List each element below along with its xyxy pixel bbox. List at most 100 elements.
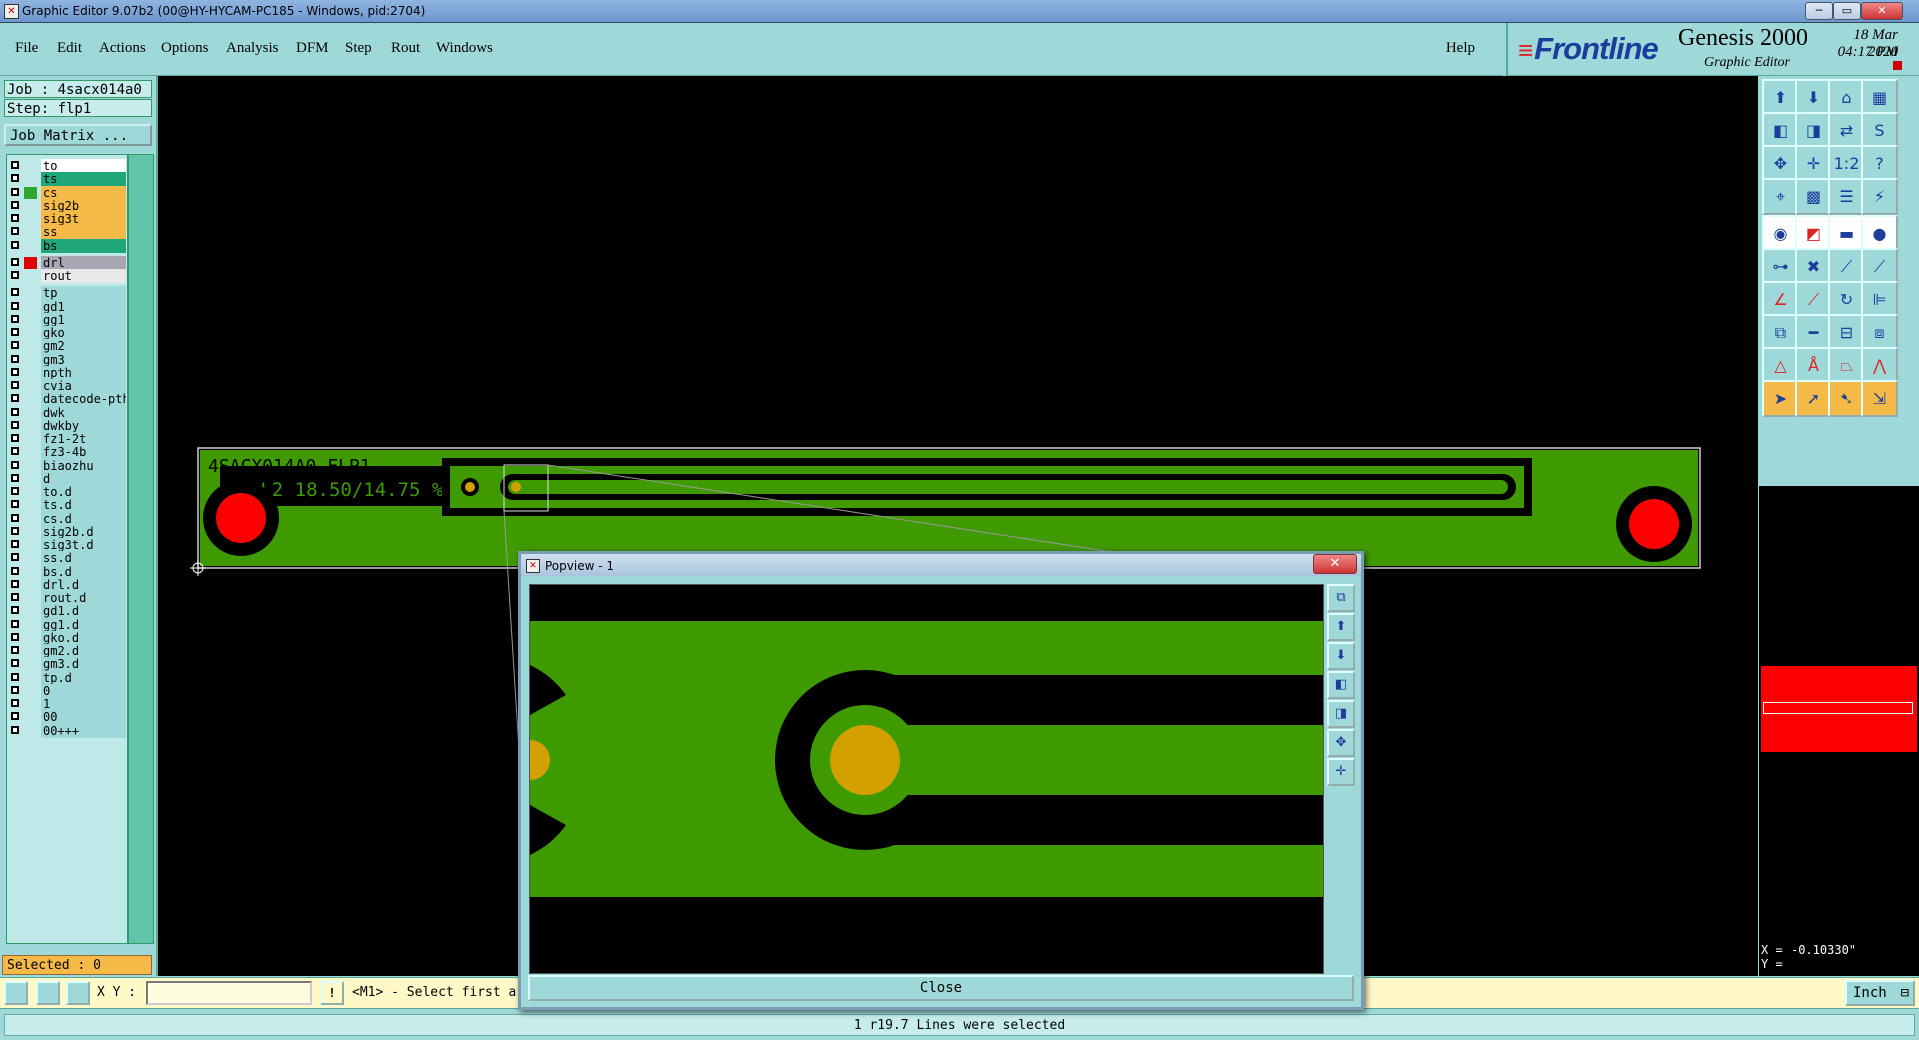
layer-checkbox[interactable] bbox=[11, 699, 19, 707]
layer-row[interactable]: gg1 bbox=[7, 312, 127, 327]
popview-close-button[interactable]: Close bbox=[528, 975, 1354, 1001]
select-pointer-button[interactable]: ➷ bbox=[1828, 380, 1865, 417]
layer-checkbox[interactable] bbox=[11, 540, 19, 548]
layer-checkbox[interactable] bbox=[11, 513, 19, 522]
layer-checkbox[interactable] bbox=[11, 659, 19, 668]
open-button[interactable]: ⬆ bbox=[1762, 79, 1799, 116]
layer-row[interactable]: cvia bbox=[7, 379, 127, 393]
popview-close-x-button[interactable]: ✕ bbox=[1313, 554, 1357, 574]
scale-1-2-button[interactable]: 1:2 bbox=[1828, 145, 1865, 182]
layer-row[interactable]: npth bbox=[7, 365, 127, 380]
layer-row[interactable]: dwk bbox=[7, 405, 127, 420]
layer-row[interactable]: tp.d bbox=[7, 670, 127, 685]
layer-checkbox[interactable] bbox=[11, 593, 19, 601]
snap-button[interactable]: S bbox=[1861, 112, 1898, 149]
layer-row[interactable]: 1 bbox=[7, 697, 127, 711]
layer-row[interactable]: datecode-pth bbox=[7, 392, 127, 407]
move-node-button[interactable]: ⟋ bbox=[1828, 248, 1865, 285]
group-button[interactable]: ⧈ bbox=[1861, 314, 1898, 351]
layer-row[interactable]: gm2 bbox=[7, 339, 127, 354]
layer-row[interactable]: drl.d bbox=[7, 577, 127, 592]
layer-row[interactable]: dwkby bbox=[7, 418, 127, 433]
layer-row[interactable]: rout bbox=[7, 269, 127, 283]
zoom-center-button[interactable]: ✛ bbox=[1795, 145, 1832, 182]
layer-row[interactable]: sig3t bbox=[7, 212, 127, 226]
layer-row[interactable]: gd1.d bbox=[7, 604, 127, 619]
pan-left-button[interactable]: ◧ bbox=[1762, 112, 1799, 149]
layer-checkbox[interactable] bbox=[11, 367, 19, 376]
layer-checkbox[interactable] bbox=[11, 632, 19, 641]
layer-row[interactable]: biaozhu bbox=[7, 458, 127, 473]
layer-row[interactable]: sig2b bbox=[7, 198, 127, 213]
layer-row[interactable]: cs bbox=[7, 185, 127, 200]
layer-checkbox[interactable] bbox=[11, 725, 19, 734]
layer-row[interactable]: 00 bbox=[7, 710, 127, 725]
layer-row[interactable]: to bbox=[7, 159, 127, 173]
layer-row[interactable]: gd1 bbox=[7, 299, 127, 314]
layer-checkbox[interactable] bbox=[11, 407, 19, 416]
layer-stack-button[interactable]: ☰ bbox=[1828, 178, 1865, 215]
draw-mode-icon[interactable] bbox=[4, 981, 28, 1005]
layer-checkbox[interactable] bbox=[11, 161, 19, 169]
layer-row[interactable]: fz3-4b bbox=[7, 445, 127, 460]
job-matrix-button[interactable]: Job Matrix ... bbox=[4, 124, 152, 146]
layer-checkbox[interactable] bbox=[11, 619, 19, 628]
layer-checkbox[interactable] bbox=[11, 566, 19, 575]
route-button[interactable]: ⊫ bbox=[1861, 281, 1898, 318]
layer-row[interactable]: ss.d bbox=[7, 551, 127, 566]
popview-canvas[interactable] bbox=[510, 584, 1324, 974]
layer-checkbox[interactable] bbox=[11, 712, 19, 721]
close-window-button[interactable]: ✕ bbox=[1861, 2, 1903, 20]
delete-button[interactable]: ✖ bbox=[1795, 248, 1832, 285]
layer-row[interactable]: sig3t.d bbox=[7, 538, 127, 552]
layer-checkbox[interactable] bbox=[11, 354, 19, 363]
grid-button[interactable]: ▩ bbox=[1795, 178, 1832, 215]
layer-row[interactable]: 00+++ bbox=[7, 723, 127, 738]
layer-checkbox[interactable] bbox=[11, 447, 19, 456]
layer-checkbox[interactable] bbox=[11, 200, 19, 209]
connect-button[interactable]: ⊶ bbox=[1762, 248, 1799, 285]
popview-zoom-in-button[interactable]: ✥ bbox=[1327, 729, 1355, 757]
multi-select-button[interactable]: ⇲ bbox=[1861, 380, 1898, 417]
layer-checkbox[interactable] bbox=[11, 473, 19, 482]
units-selector[interactable]: Inch ⊟ bbox=[1845, 980, 1915, 1006]
menu-edit[interactable]: Edit bbox=[57, 40, 82, 57]
layer-row[interactable]: d bbox=[7, 471, 127, 486]
layer-checkbox[interactable] bbox=[11, 301, 19, 310]
triangle-a-button[interactable]: Å bbox=[1795, 347, 1832, 384]
layer-checkbox[interactable] bbox=[11, 381, 19, 389]
layer-row[interactable]: fz1-2t bbox=[7, 432, 127, 446]
home-button[interactable]: ⌂ bbox=[1828, 79, 1865, 116]
layer-checkbox[interactable] bbox=[11, 526, 19, 535]
grid-snap-icon[interactable] bbox=[66, 981, 90, 1005]
layer-row[interactable]: gm2.d bbox=[7, 644, 127, 658]
layer-checkbox[interactable] bbox=[11, 685, 19, 694]
layer-checkbox[interactable] bbox=[11, 257, 19, 266]
layer-row[interactable]: drl bbox=[7, 255, 127, 270]
popview-fit-button[interactable]: ⧉ bbox=[1327, 584, 1355, 612]
extend-button[interactable]: ⟋ bbox=[1861, 248, 1898, 285]
layer-checkbox[interactable] bbox=[11, 646, 19, 654]
menu-analysis[interactable]: Analysis bbox=[226, 40, 279, 57]
menu-file[interactable]: File bbox=[15, 40, 38, 57]
layer-checkbox[interactable] bbox=[11, 240, 19, 249]
draw-line-button[interactable]: ⟋ bbox=[1795, 281, 1832, 318]
xy-input[interactable] bbox=[146, 981, 312, 1005]
dot-button[interactable]: ● bbox=[1861, 215, 1898, 252]
layer-row[interactable]: ts bbox=[7, 172, 127, 187]
menu-options[interactable]: Options bbox=[161, 40, 209, 57]
layer-checkbox[interactable] bbox=[11, 460, 19, 469]
menu-dfm[interactable]: DFM bbox=[296, 40, 329, 57]
layer-checkbox[interactable] bbox=[11, 579, 19, 588]
menu-rout[interactable]: Rout bbox=[391, 40, 420, 57]
layer-row[interactable]: tp bbox=[7, 286, 127, 301]
arc-button[interactable]: ↻ bbox=[1828, 281, 1865, 318]
layer-row[interactable]: gko.d bbox=[7, 630, 127, 645]
pointer-button[interactable]: ➤ bbox=[1762, 380, 1799, 417]
layer-checkbox[interactable] bbox=[11, 328, 19, 336]
select-arrow-button[interactable]: ➚ bbox=[1795, 380, 1832, 417]
layer-checkbox[interactable] bbox=[11, 487, 19, 495]
overview-pane[interactable] bbox=[1759, 486, 1919, 926]
layer-row[interactable]: gm3.d bbox=[7, 657, 127, 672]
layer-row[interactable]: ts.d bbox=[7, 498, 127, 513]
